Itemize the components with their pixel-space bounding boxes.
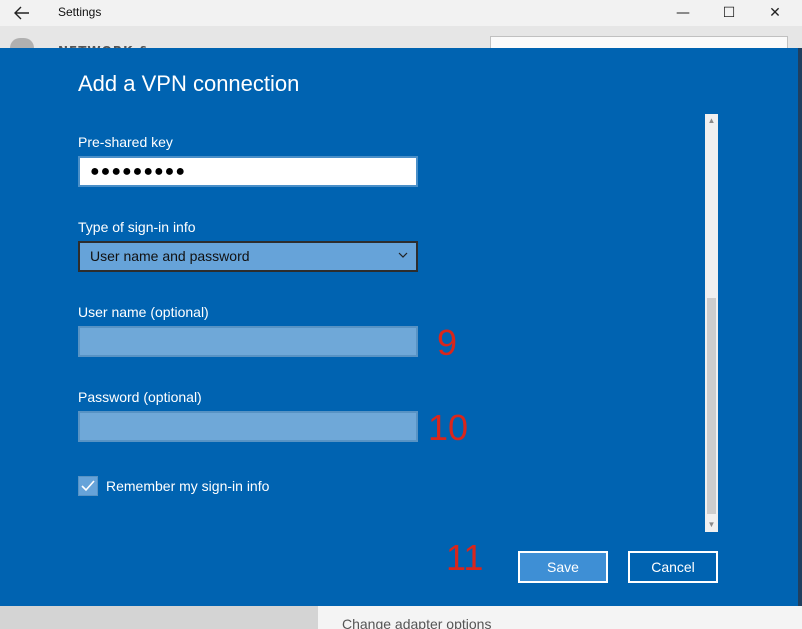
username-field[interactable] xyxy=(78,326,418,357)
window-title: Settings xyxy=(58,5,102,19)
chevron-down-icon xyxy=(398,252,408,258)
dialog-scrollbar[interactable]: ▲ ▼ xyxy=(705,114,718,532)
back-arrow-icon[interactable] xyxy=(12,4,32,22)
sign-in-type-select[interactable]: User name and password xyxy=(78,241,418,272)
close-icon: ✕ xyxy=(769,5,781,21)
sign-in-type-value: User name and password xyxy=(90,248,250,264)
remember-label: Remember my sign-in info xyxy=(106,478,270,494)
step-number-11: 11 xyxy=(446,537,484,578)
step-number-9: 9 xyxy=(437,322,458,363)
add-vpn-dialog: Add a VPN connection Pre-shared key ●●●●… xyxy=(0,48,798,606)
username-label: User name (optional) xyxy=(78,304,209,320)
title-bar: Settings — ☐ ✕ xyxy=(0,0,802,26)
close-button[interactable]: ✕ xyxy=(752,0,798,26)
preshared-key-field[interactable]: ●●●●●●●●● xyxy=(78,156,418,187)
step-number-10: 10 xyxy=(428,407,469,448)
background-content-panel: Change adapter options xyxy=(318,606,802,629)
maximize-button[interactable]: ☐ xyxy=(706,0,752,26)
password-label: Password (optional) xyxy=(78,389,202,405)
preshared-key-label: Pre-shared key xyxy=(78,134,173,150)
cancel-button[interactable]: Cancel xyxy=(628,551,718,583)
minimize-button[interactable]: — xyxy=(660,0,706,26)
scroll-down-arrow-icon[interactable]: ▼ xyxy=(705,520,718,530)
scroll-up-arrow-icon[interactable]: ▲ xyxy=(705,116,718,126)
scrollbar-thumb[interactable] xyxy=(707,298,716,514)
sign-in-type-label: Type of sign-in info xyxy=(78,219,196,235)
password-field[interactable] xyxy=(78,411,418,442)
background-right-edge xyxy=(798,48,802,606)
checkmark-icon xyxy=(81,480,95,492)
change-adapter-options-link[interactable]: Change adapter options xyxy=(342,616,491,629)
maximize-icon: ☐ xyxy=(722,5,736,21)
minimize-icon: — xyxy=(676,5,690,21)
preshared-key-value: ●●●●●●●●● xyxy=(90,163,186,180)
background-heading: NETWORK & INTERNET xyxy=(58,40,218,48)
remember-checkbox[interactable] xyxy=(78,476,98,496)
dialog-title: Add a VPN connection xyxy=(78,71,300,96)
save-button[interactable]: Save xyxy=(518,551,608,583)
